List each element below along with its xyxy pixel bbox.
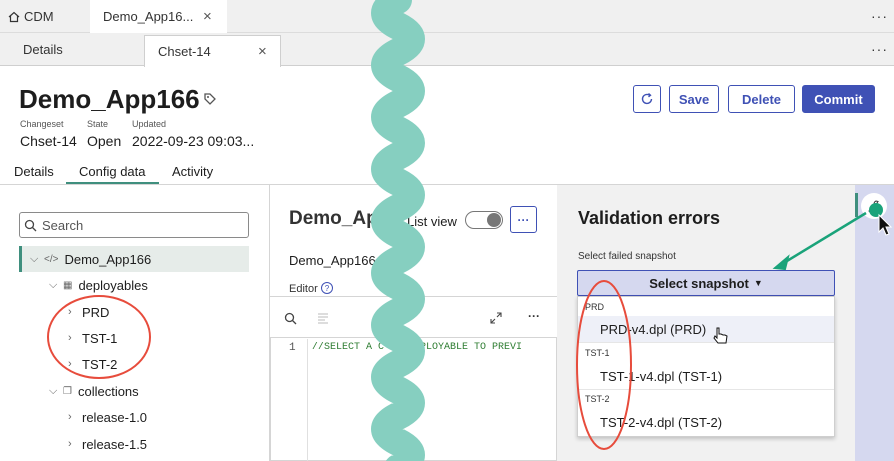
- chevron-down-icon[interactable]: ⌵: [49, 279, 63, 292]
- chevron-right-icon[interactable]: ›: [68, 411, 82, 423]
- editor-title: Demo_App: [289, 208, 390, 229]
- tab-chset-14-label: Chset-14: [158, 44, 211, 59]
- tree-item-label: Demo_App166: [64, 251, 152, 267]
- tree-item-label: PRD: [82, 304, 110, 320]
- format-icon[interactable]: [317, 313, 329, 324]
- menu-divider: [578, 342, 834, 343]
- chevron-right-icon[interactable]: ›: [68, 306, 82, 318]
- tree-item-label: deployables: [78, 277, 148, 293]
- tab-details-page[interactable]: Details: [14, 164, 54, 179]
- refresh-button[interactable]: [633, 85, 661, 113]
- state-label: State: [87, 119, 109, 129]
- tree-item-label: TST-2: [82, 356, 118, 372]
- tree-item-release-1-0[interactable]: › release-1.0: [68, 408, 147, 426]
- wrench-icon: [868, 200, 881, 213]
- search-icon: [24, 219, 37, 231]
- more-options-icon[interactable]: ···: [528, 309, 540, 323]
- menu-group-prd: PRD: [585, 302, 605, 312]
- close-icon[interactable]: ×: [258, 43, 267, 60]
- search-input[interactable]: [42, 217, 232, 233]
- validation-title: Validation errors: [578, 208, 721, 228]
- tab-details[interactable]: Details: [23, 33, 63, 66]
- chevron-down-icon[interactable]: ⌵: [49, 385, 63, 398]
- tree-item-release-1-5[interactable]: › release-1.5: [68, 435, 147, 453]
- app-tab-bar: CDM Demo_App16... × ···: [0, 0, 894, 33]
- tree-item-prd[interactable]: › PRD: [68, 303, 109, 321]
- list-view-label: List view: [407, 214, 457, 229]
- tab-cdm-label: CDM: [24, 9, 54, 24]
- refresh-icon: [641, 92, 653, 105]
- chevron-right-icon[interactable]: ›: [68, 358, 82, 370]
- search-box[interactable]: [19, 212, 249, 238]
- tree-item-label: release-1.0: [82, 409, 148, 425]
- line-number: 1: [289, 342, 296, 354]
- chevron-down-icon[interactable]: ⌵: [30, 253, 44, 266]
- deployables-icon: ▦: [63, 279, 73, 291]
- editor-gutter: [307, 339, 308, 461]
- chevron-right-icon[interactable]: ›: [68, 332, 82, 344]
- more-options-icon[interactable]: ···: [871, 41, 888, 57]
- menu-item-tst-2[interactable]: TST-2-v4.dpl (TST-2): [600, 415, 722, 430]
- panel-handle[interactable]: [855, 193, 858, 217]
- toggle-knob: [487, 213, 501, 227]
- caret-down-icon: ▼: [753, 278, 763, 288]
- tree-item-deployables[interactable]: ⌵ ▦ deployables: [49, 276, 148, 294]
- changeset-value: Chset-14: [20, 133, 77, 149]
- list-view-toggle[interactable]: [465, 211, 503, 229]
- page-title: Demo_App166: [19, 84, 200, 114]
- tree-item-root[interactable]: ⌵ </> Demo_App166: [30, 250, 151, 268]
- more-button[interactable]: ···: [510, 206, 537, 233]
- search-icon[interactable]: [284, 312, 297, 325]
- sub-tab-bar: Details Chset-14 × ···: [0, 33, 894, 67]
- commit-button[interactable]: Commit: [802, 85, 875, 113]
- tag-icon[interactable]: [203, 92, 217, 106]
- menu-item-tst-1[interactable]: TST-1-v4.dpl (TST-1): [600, 369, 722, 384]
- wrench-button[interactable]: [861, 193, 887, 219]
- menu-item-prd[interactable]: PRD-v4.dpl (PRD): [600, 322, 706, 337]
- side-strip: [855, 185, 894, 461]
- changeset-label: Changeset: [20, 119, 64, 129]
- tree-item-tst-1[interactable]: › TST-1: [68, 329, 117, 347]
- editor-subtitle: Demo_App166: [289, 253, 376, 268]
- tab-demo-app-label: Demo_App16...: [103, 9, 194, 24]
- updated-label: Updated: [132, 119, 167, 129]
- state-value: Open: [87, 133, 122, 149]
- tab-chset-14[interactable]: Chset-14 ×: [144, 35, 281, 67]
- tab-cdm[interactable]: CDM: [8, 0, 54, 33]
- help-icon[interactable]: ?: [321, 282, 333, 294]
- home-icon: [8, 11, 20, 22]
- collections-icon: ❐: [63, 385, 72, 397]
- tree-item-label: release-1.5: [82, 436, 148, 452]
- expand-icon[interactable]: [490, 312, 502, 324]
- updated-value: 2022-09-23 09:03...: [132, 133, 255, 149]
- menu-group-tst-2: TST-2: [585, 394, 610, 404]
- select-snapshot-label: Select failed snapshot: [578, 251, 676, 262]
- delete-button[interactable]: Delete: [728, 85, 795, 113]
- select-snapshot-dropdown[interactable]: Select snapshot ▼: [577, 270, 835, 296]
- more-options-icon[interactable]: ···: [871, 8, 888, 24]
- tree-item-collections[interactable]: ⌵ ❐ collections: [49, 382, 139, 400]
- tree-item-label: collections: [77, 383, 139, 399]
- tree-item-tst-2[interactable]: › TST-2: [68, 355, 117, 373]
- chevron-right-icon[interactable]: ›: [68, 438, 82, 450]
- tab-config-data[interactable]: Config data: [79, 164, 146, 179]
- close-icon[interactable]: ×: [203, 8, 212, 25]
- save-button[interactable]: Save: [669, 85, 719, 113]
- tab-activity[interactable]: Activity: [172, 164, 213, 179]
- code-icon: </>: [44, 253, 59, 265]
- editor-toolbar: ···: [270, 297, 557, 338]
- select-snapshot-label-text: Select snapshot: [649, 275, 749, 291]
- tree-item-label: TST-1: [82, 330, 118, 346]
- editor-label: Editor: [289, 283, 318, 295]
- tab-demo-app[interactable]: Demo_App16... ×: [90, 0, 227, 33]
- menu-group-tst-1: TST-1: [585, 348, 610, 358]
- menu-divider: [578, 389, 834, 390]
- code-line[interactable]: //SELECT A C OR DEPLOYABLE TO PREVI: [312, 342, 556, 353]
